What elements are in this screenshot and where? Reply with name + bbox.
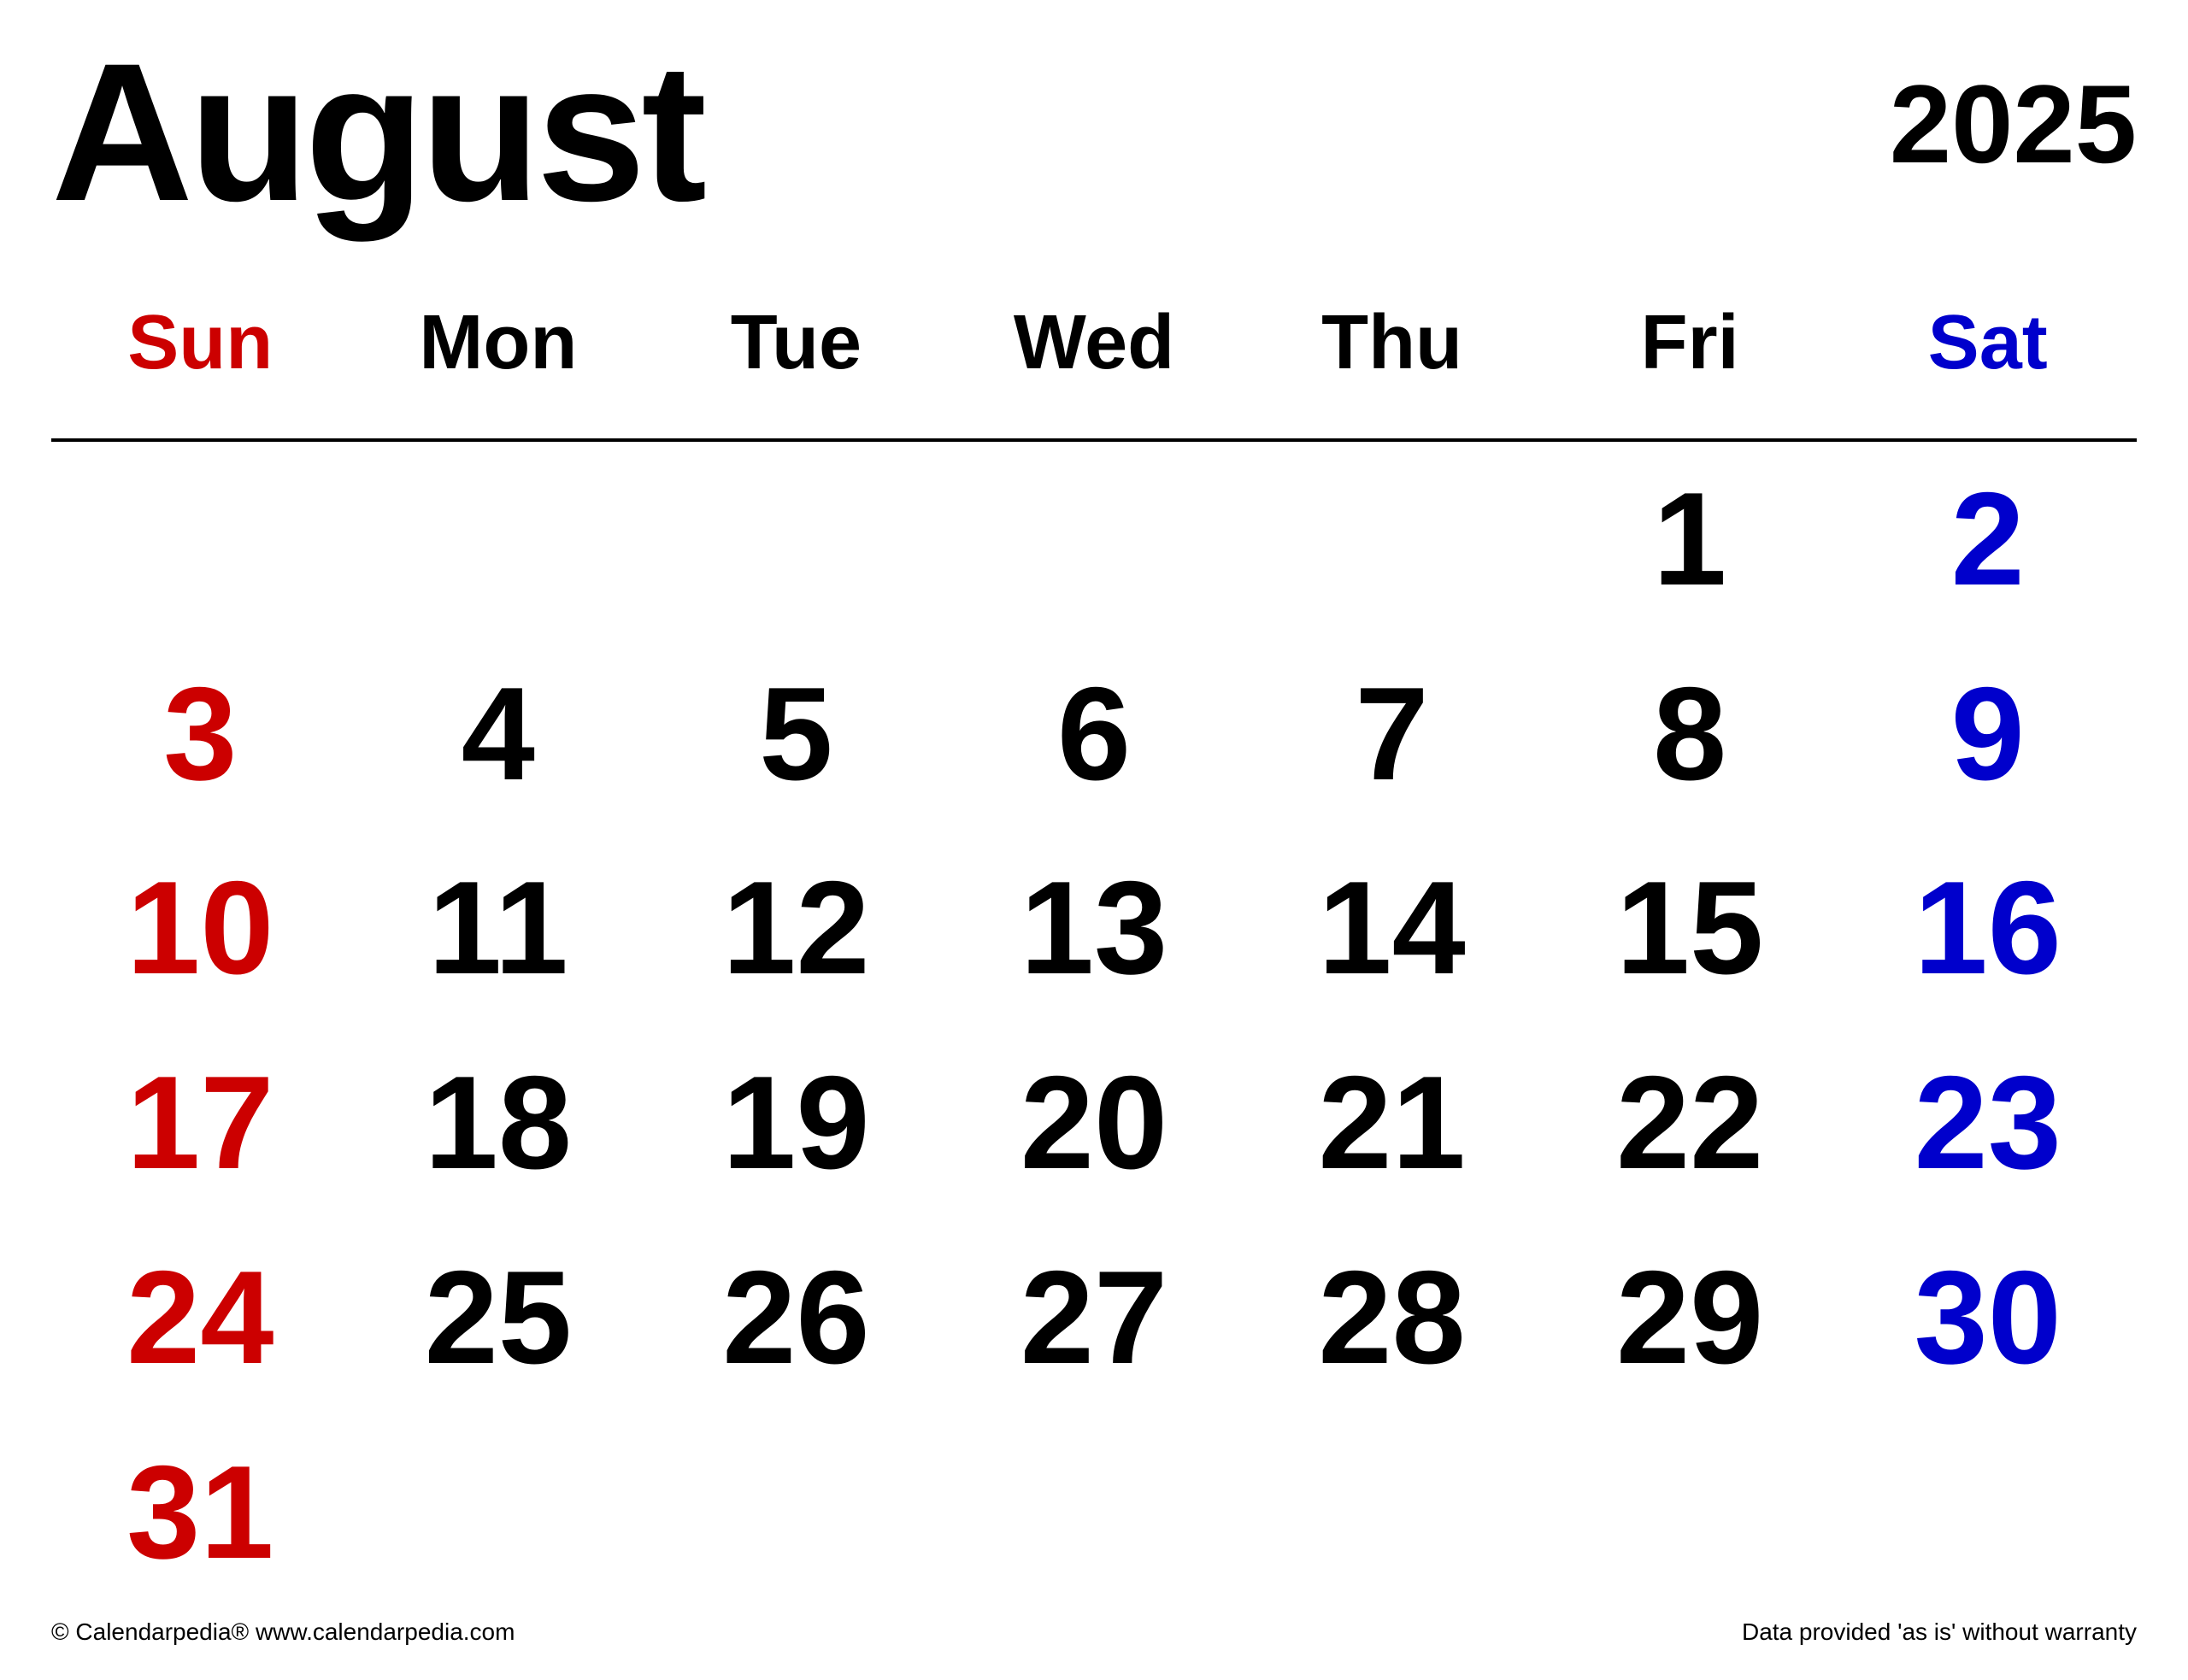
- day-18: 18: [350, 1025, 648, 1220]
- day-4: 4: [350, 637, 648, 831]
- day-header-sat: Sat: [1838, 282, 2137, 442]
- month-title: August: [51, 34, 703, 231]
- calendar-container: August 2025 Sun Mon Tue Wed Thu Fri Sat …: [0, 0, 2188, 1680]
- day-header-thu: Thu: [1243, 282, 1541, 442]
- day-17: 17: [51, 1025, 350, 1220]
- day-header-fri: Fri: [1541, 282, 1839, 442]
- day-2: 2: [1838, 442, 2137, 637]
- footer-left: © Calendarpedia® www.calendarpedia.com: [51, 1618, 515, 1646]
- day-16: 16: [1838, 831, 2137, 1026]
- footer-right: Data provided 'as is' without warranty: [1742, 1618, 2137, 1646]
- day-empty: [350, 442, 648, 637]
- day-27: 27: [945, 1220, 1244, 1415]
- day-3: 3: [51, 637, 350, 831]
- day-empty: [51, 442, 350, 637]
- day-6: 6: [945, 637, 1244, 831]
- day-13: 13: [945, 831, 1244, 1026]
- day-30: 30: [1838, 1220, 2137, 1415]
- day-8: 8: [1541, 637, 1839, 831]
- header-row: August 2025: [51, 34, 2137, 231]
- day-19: 19: [647, 1025, 945, 1220]
- day-10: 10: [51, 831, 350, 1026]
- day-empty: [945, 442, 1244, 637]
- day-28: 28: [1243, 1220, 1541, 1415]
- day-header-mon: Mon: [350, 282, 648, 442]
- day-header-wed: Wed: [945, 282, 1244, 442]
- day-empty: [1243, 1415, 1541, 1610]
- day-15: 15: [1541, 831, 1839, 1026]
- day-header-tue: Tue: [647, 282, 945, 442]
- day-5: 5: [647, 637, 945, 831]
- day-1: 1: [1541, 442, 1839, 637]
- day-9: 9: [1838, 637, 2137, 831]
- day-12: 12: [647, 831, 945, 1026]
- day-22: 22: [1541, 1025, 1839, 1220]
- day-empty: [945, 1415, 1244, 1610]
- day-29: 29: [1541, 1220, 1839, 1415]
- day-14: 14: [1243, 831, 1541, 1026]
- day-21: 21: [1243, 1025, 1541, 1220]
- day-empty: [350, 1415, 648, 1610]
- day-empty: [1838, 1415, 2137, 1610]
- day-24: 24: [51, 1220, 350, 1415]
- year-title: 2025: [1890, 34, 2137, 179]
- calendar-grid: Sun Mon Tue Wed Thu Fri Sat 1 2 3 4 5 6 …: [51, 282, 2137, 1610]
- day-empty: [1541, 1415, 1839, 1610]
- day-empty: [647, 442, 945, 637]
- day-20: 20: [945, 1025, 1244, 1220]
- day-31: 31: [51, 1415, 350, 1610]
- day-25: 25: [350, 1220, 648, 1415]
- day-11: 11: [350, 831, 648, 1026]
- day-empty: [647, 1415, 945, 1610]
- day-23: 23: [1838, 1025, 2137, 1220]
- footer: © Calendarpedia® www.calendarpedia.com D…: [51, 1610, 2137, 1646]
- day-26: 26: [647, 1220, 945, 1415]
- day-7: 7: [1243, 637, 1541, 831]
- day-header-sun: Sun: [51, 282, 350, 442]
- day-empty: [1243, 442, 1541, 637]
